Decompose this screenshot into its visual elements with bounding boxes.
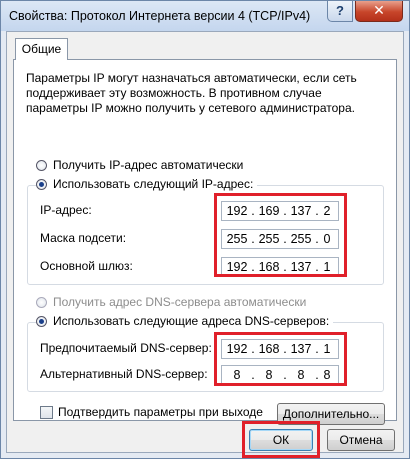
validate-on-exit-box[interactable] bbox=[40, 405, 53, 419]
radio-ip-auto[interactable]: Получить IP-адрес автоматически bbox=[36, 158, 243, 172]
radio-ip-auto-label: Получить IP-адрес автоматически bbox=[53, 158, 244, 172]
default-gateway-label: Основной шлюз: bbox=[40, 259, 133, 273]
subnet-mask-label: Маска подсети: bbox=[40, 231, 127, 245]
radio-dns-auto-label: Получить адрес DNS-сервера автоматически bbox=[53, 295, 307, 309]
dns-highlight-frame bbox=[214, 332, 347, 386]
tab-general[interactable]: Общие bbox=[15, 38, 68, 60]
ok-highlight-frame bbox=[242, 421, 320, 458]
close-button[interactable]: ✕ bbox=[355, 1, 403, 22]
radio-dns-auto[interactable]: Получить адрес DNS-сервера автоматически bbox=[36, 295, 306, 309]
ip-highlight-frame bbox=[214, 193, 347, 277]
ip-address-label: IP-адрес: bbox=[40, 203, 92, 217]
help-button[interactable]: ? bbox=[327, 1, 353, 22]
radio-dns-manual-label: Использовать следующие адреса DNS-сервер… bbox=[53, 314, 330, 328]
validate-on-exit-label: Подтвердить параметры при выходе bbox=[58, 405, 263, 419]
alternate-dns-label: Альтернативный DNS-сервер: bbox=[40, 367, 208, 381]
cancel-button[interactable]: Отмена bbox=[327, 429, 395, 451]
dialog-body: Общие Параметры IP могут назначаться авт… bbox=[6, 31, 404, 458]
radio-dns-manual[interactable]: Использовать следующие адреса DNS-сервер… bbox=[36, 314, 334, 328]
tab-panel-general: Параметры IP могут назначаться автоматич… bbox=[13, 59, 397, 425]
close-icon: ✕ bbox=[373, 2, 385, 18]
title-bar[interactable]: Свойства: Протокол Интернета версии 4 (T… bbox=[1, 1, 409, 31]
properties-dialog: Свойства: Протокол Интернета версии 4 (T… bbox=[0, 0, 410, 459]
window-title: Свойства: Протокол Интернета версии 4 (T… bbox=[9, 9, 311, 23]
radio-ip-manual-indicator[interactable] bbox=[36, 178, 47, 190]
radio-ip-manual-label: Использовать следующий IP-адрес: bbox=[53, 177, 254, 191]
intro-text: Параметры IP могут назначаться автоматич… bbox=[26, 71, 357, 115]
radio-dns-manual-indicator[interactable] bbox=[36, 315, 47, 327]
radio-ip-manual[interactable]: Использовать следующий IP-адрес: bbox=[36, 177, 258, 191]
preferred-dns-label: Предпочитаемый DNS-сервер: bbox=[40, 341, 212, 355]
radio-dns-auto-indicator[interactable] bbox=[36, 296, 47, 308]
radio-ip-auto-indicator[interactable] bbox=[36, 159, 47, 171]
validate-on-exit-checkbox[interactable]: Подтвердить параметры при выходе bbox=[40, 405, 263, 419]
